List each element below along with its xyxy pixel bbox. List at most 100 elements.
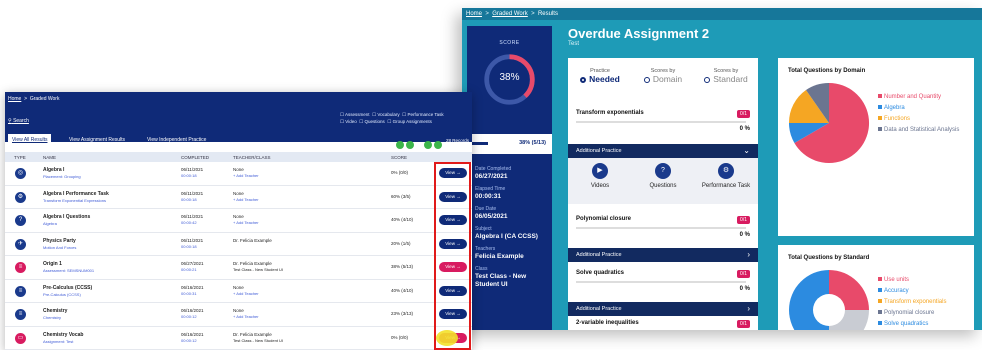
table-row: ≡ Origin 1 Assessment: SEMSNUM001 06/27/… [5, 256, 472, 280]
next-page-icon[interactable] [424, 141, 432, 149]
practice-questions[interactable]: ? Questions [633, 163, 693, 189]
filter-vocabulary[interactable]: ☐ Vocabulary [372, 112, 400, 117]
breadcrumb-home[interactable]: Home [8, 96, 21, 102]
add-teacher-link[interactable]: + Add Teacher [233, 291, 259, 296]
breadcrumb-home[interactable]: Home [466, 11, 482, 17]
due-date: 06/05/2021 [475, 213, 508, 220]
standard-donut-chart [789, 270, 869, 330]
additional-practice-header[interactable]: Additional Practice › [568, 248, 758, 262]
skill-badge: 0/1 [737, 320, 750, 328]
row-subtitle: Assignment: Test [43, 338, 74, 344]
additional-practice-header[interactable]: Additional Practice › [568, 302, 758, 316]
skill-badge: 0/1 [737, 270, 750, 278]
type-filters: ☐ Assessment ☐ Vocabulary ☐ Performance … [340, 111, 468, 125]
filter-performance-task[interactable]: ☐ Performance Task [402, 112, 443, 117]
first-page-icon[interactable] [396, 141, 404, 149]
col-type: TYPE [14, 155, 26, 160]
last-page-icon[interactable] [434, 141, 442, 149]
filter-video[interactable]: ☐ Video [340, 119, 357, 124]
filter-group-assignments[interactable]: ☐ Group Assignments [387, 119, 432, 124]
practice-performance-task[interactable]: ⚙ Performance Task [696, 163, 756, 189]
practice-videos-label: Videos [590, 183, 610, 189]
search-label: Search [13, 118, 29, 124]
table-row: ◎ Algebra I Placement: Grouping 06/11/20… [5, 162, 472, 186]
search-icon: ⚲ [8, 118, 12, 124]
legend-label: Functions [884, 116, 911, 122]
practice-questions-label: Questions [649, 183, 677, 189]
add-teacher-link[interactable]: + Add Teacher [233, 314, 259, 319]
row-time: 00:00:18 [181, 196, 197, 202]
subject-label: Subject [475, 226, 492, 232]
filter-questions[interactable]: ☐ Questions [359, 119, 385, 124]
tab-scores-standard[interactable]: Scores by Standard [696, 68, 756, 84]
skill-percent: 0 % [739, 286, 750, 292]
table-row: ≡ Chemistry Chemistry 06/16/2021 00:00:1… [5, 303, 472, 327]
teacher-value: Felicia Example [475, 253, 524, 260]
tab-practice-big: Needed [589, 74, 620, 84]
domain-chart-title: Total Questions by Domain [788, 68, 866, 74]
row-date: 06/11/2021 [181, 190, 204, 196]
breadcrumb: Home > Graded Work > Results [462, 8, 982, 20]
question-icon: ? [15, 215, 26, 226]
filter-assessment[interactable]: ☐ Assessment [340, 112, 370, 117]
page-subtitle: Test [568, 41, 580, 47]
practice-videos[interactable]: ▶ Videos [570, 163, 630, 189]
row-name: Chemistry Vocab [43, 331, 84, 338]
date-completed: 06/27/2021 [475, 173, 508, 180]
row-subtitle: Pre-Calculus (CCSS) [43, 291, 81, 297]
legend-item: Algebra [878, 105, 959, 116]
row-score: 40% (4/10) [391, 287, 414, 293]
row-name: Physics Party [43, 237, 76, 244]
add-teacher-link[interactable]: + Add Teacher [233, 220, 259, 225]
prev-page-icon[interactable] [406, 141, 414, 149]
additional-practice-label: Additional Practice [576, 148, 622, 154]
rocket-icon: ✈ [15, 238, 26, 250]
col-teacher-class: TEACHER/CLASS [233, 155, 271, 160]
graded-work-header: Home > Graded Work ⚲ Search ☐ Assessment… [5, 92, 472, 149]
tab-assignment-results[interactable]: View Assignment Results [65, 134, 129, 146]
radio-icon [643, 76, 650, 83]
breadcrumb-graded-work[interactable]: Graded Work [492, 11, 528, 17]
legend-label: Use units [884, 277, 910, 283]
add-teacher-link[interactable]: + Add Teacher [233, 197, 259, 202]
row-date: 06/16/2021 [181, 308, 204, 313]
legend-label: Transform exponentials [884, 299, 947, 305]
row-name: Algebra I Performance Task [43, 190, 109, 197]
skill-progress [576, 121, 746, 123]
domain-pie-chart [788, 82, 870, 163]
list-icon: ≡ [15, 285, 26, 297]
row-subtitle: Placement: Grouping [43, 174, 81, 179]
row-date: 06/11/2021 [181, 167, 204, 172]
tab-independent-practice[interactable]: View Independent Practice [143, 134, 210, 146]
class-label: Class [475, 266, 488, 272]
row-teacher: Dr. Felicia Example [233, 237, 272, 243]
breadcrumb: Home > Graded Work [8, 96, 60, 102]
row-name: Origin 1 [43, 261, 62, 267]
row-class: Test Class - New Student UI [233, 267, 284, 272]
row-name: Chemistry [43, 308, 68, 314]
legend-item: Solve quadratics [878, 321, 946, 330]
page-title: Overdue Assignment 2 [568, 26, 710, 41]
skill-percent: 0 % [739, 126, 750, 132]
tab-all-results[interactable]: View All Results [8, 134, 52, 146]
table-row: ⚙ Algebra I Performance Task Transform E… [5, 186, 472, 209]
tab-scores-domain[interactable]: Scores by Domain [633, 68, 693, 84]
additional-practice-label: Additional Practice [576, 252, 622, 258]
row-date: 06/11/2021 [181, 237, 204, 243]
chevron-right-icon: › [747, 250, 750, 259]
additional-practice-header[interactable]: Additional Practice ⌄ [568, 144, 758, 158]
row-time: 00:00:18 [181, 173, 197, 178]
teacher-label: Teachers [475, 246, 496, 252]
row-name: Algebra I [43, 167, 65, 173]
skill-badge: 0/1 [737, 110, 750, 118]
score-sidebar: SCORE 38% 38% (5/13) Date Completed 06/2… [467, 26, 552, 330]
skill-name: Polynomial closure [576, 216, 632, 222]
legend-item: Transform exponentials [878, 299, 946, 310]
table-header: TYPE NAME COMPLETED TEACHER/CLASS SCORE [5, 152, 472, 162]
row-teacher: None [233, 214, 244, 219]
gears-icon: ⚙ [718, 163, 734, 179]
add-teacher-link[interactable]: + Add Teacher [233, 173, 259, 178]
row-teacher: Dr. Felicia Example [233, 261, 272, 266]
tab-practice-needed[interactable]: Practice Needed [570, 68, 630, 84]
search-link[interactable]: ⚲ Search [8, 118, 29, 124]
